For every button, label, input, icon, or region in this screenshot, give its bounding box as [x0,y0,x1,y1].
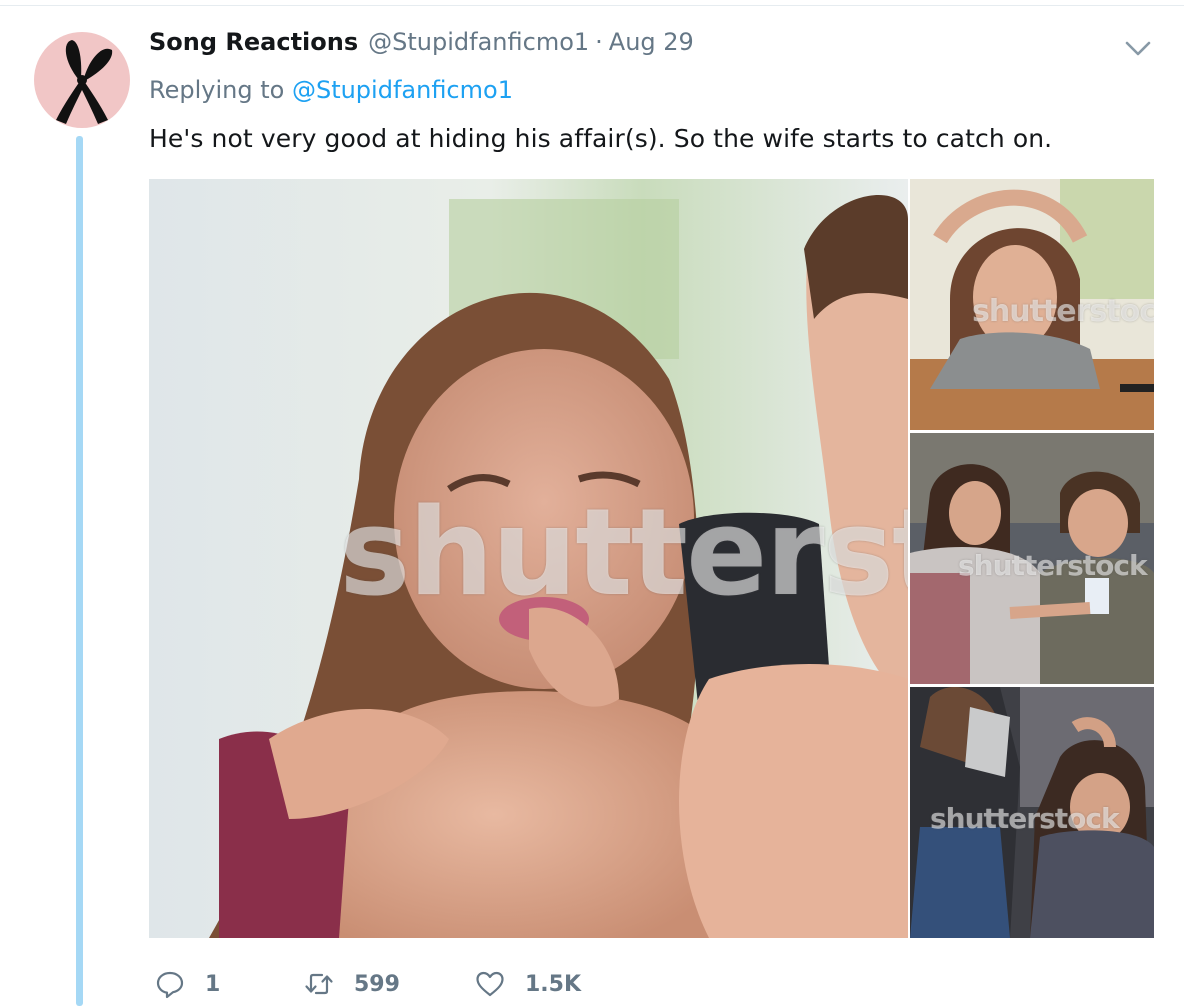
photo-side-2[interactable]: shutterstock [910,433,1154,684]
separator-dot: · [595,28,603,56]
retweet-button[interactable]: 599 [304,962,400,1006]
replying-to: Replying to @Stupidfanficmo1 [149,76,513,104]
photo-side-3[interactable]: shutterstock [910,687,1154,938]
like-count: 1.5K [525,971,582,997]
avatar[interactable] [34,32,130,128]
reply-count: 1 [205,971,221,997]
retweet-icon [305,973,333,995]
media-grid: shutterst shutterstoc shutterstock shutt… [149,179,1154,938]
watermark-side-1: shutterstoc [972,294,1154,329]
chevron-down-icon[interactable] [1124,38,1152,58]
watermark-side-3: shutterstock [930,802,1120,835]
watermark-side-2: shutterstock [958,549,1148,582]
heart-icon [476,971,504,997]
photo-side-1[interactable]: shutterstoc [910,179,1154,430]
black-ribbon-bunny-ears-icon [56,40,113,124]
display-name[interactable]: Song Reactions [149,28,358,56]
photo-main[interactable]: shutterst [149,179,908,938]
reply-mention-link[interactable]: @Stupidfanficmo1 [292,76,513,104]
retweet-count: 599 [354,971,400,997]
like-button[interactable]: 1.5K [475,962,581,1006]
reply-button[interactable]: 1 [155,962,220,1006]
replying-prefix: Replying to [149,76,285,104]
watermark-main: shutterst [339,484,908,623]
thread-line [76,136,83,1006]
tweet-header: Song Reactions @Stupidfanficmo1 · Aug 29 [149,28,694,62]
timestamp[interactable]: Aug 29 [609,28,694,56]
user-handle[interactable]: @Stupidfanficmo1 [368,28,589,56]
reply-icon [156,971,184,999]
tweet[interactable]: Song Reactions @Stupidfanficmo1 · Aug 29… [0,0,1184,1006]
tweet-text: He's not very good at hiding his affair(… [149,124,1053,153]
